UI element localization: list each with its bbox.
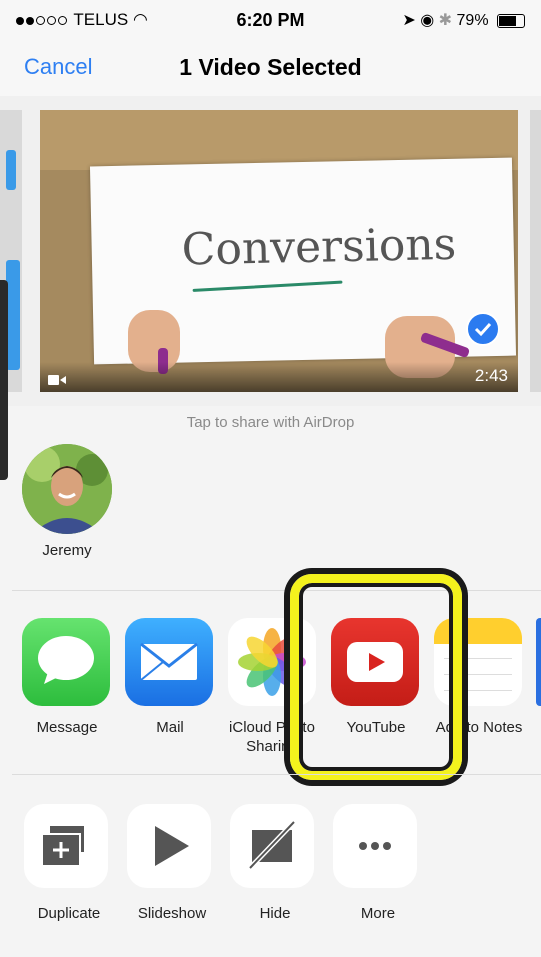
battery-icon <box>497 13 525 28</box>
youtube-highlight-annotation <box>290 574 462 780</box>
video-camera-icon <box>48 375 66 385</box>
mail-icon <box>125 618 213 706</box>
avatar <box>22 444 112 534</box>
share-app-mail[interactable]: Mail <box>125 618 215 737</box>
divider <box>12 774 541 775</box>
divider <box>12 590 541 591</box>
status-right: ➤ ◉ ✱ 79% <box>402 10 525 30</box>
action-label: Hide <box>259 905 291 922</box>
message-icon <box>22 618 110 706</box>
action-hide[interactable]: Hide <box>230 804 320 923</box>
share-app-label: Mail <box>156 719 184 736</box>
next-thumbnail[interactable] <box>530 110 541 392</box>
duplicate-icon <box>24 804 108 888</box>
action-label: Duplicate <box>37 905 101 922</box>
bluetooth-icon: ✱ <box>438 12 453 29</box>
action-more[interactable]: More <box>333 804 423 923</box>
share-app-label: Message <box>36 719 98 736</box>
selected-checkmark-icon[interactable] <box>466 312 500 346</box>
airdrop-hint: Tap to share with AirDrop <box>186 414 355 431</box>
video-thumbnail[interactable]: Conversions 2:43 <box>40 110 518 392</box>
whiteboard-text: Conversions <box>181 218 457 276</box>
play-icon <box>127 804 211 888</box>
location-icon: ➤ <box>402 12 416 29</box>
battery-percent: 79% <box>456 12 489 29</box>
hide-icon <box>230 804 314 888</box>
action-label: More <box>360 905 396 922</box>
battery-fill <box>499 15 517 26</box>
share-app-message[interactable]: Message <box>22 618 112 737</box>
status-bar: TELUS ◠ 6:20 PM ➤ ◉ ✱ 79% <box>0 0 541 40</box>
contact-name: Jeremy <box>42 542 92 559</box>
nav-bar: Cancel 1 Video Selected <box>0 40 541 97</box>
page-title: 1 Video Selected <box>179 54 362 80</box>
annotation-frame-edge <box>0 280 8 480</box>
video-overlay-bar: 2:43 <box>40 362 518 392</box>
media-preview-strip[interactable]: Conversions 2:43 <box>0 96 541 406</box>
more-icon <box>333 804 417 888</box>
video-duration: 2:43 <box>474 366 508 385</box>
share-app-partial[interactable] <box>536 618 541 706</box>
action-duplicate[interactable]: Duplicate <box>24 804 114 923</box>
whiteboard-underline <box>192 280 343 292</box>
action-slideshow[interactable]: Slideshow <box>127 804 217 923</box>
action-label: Slideshow <box>137 905 207 922</box>
alarm-icon: ◉ <box>420 12 435 29</box>
